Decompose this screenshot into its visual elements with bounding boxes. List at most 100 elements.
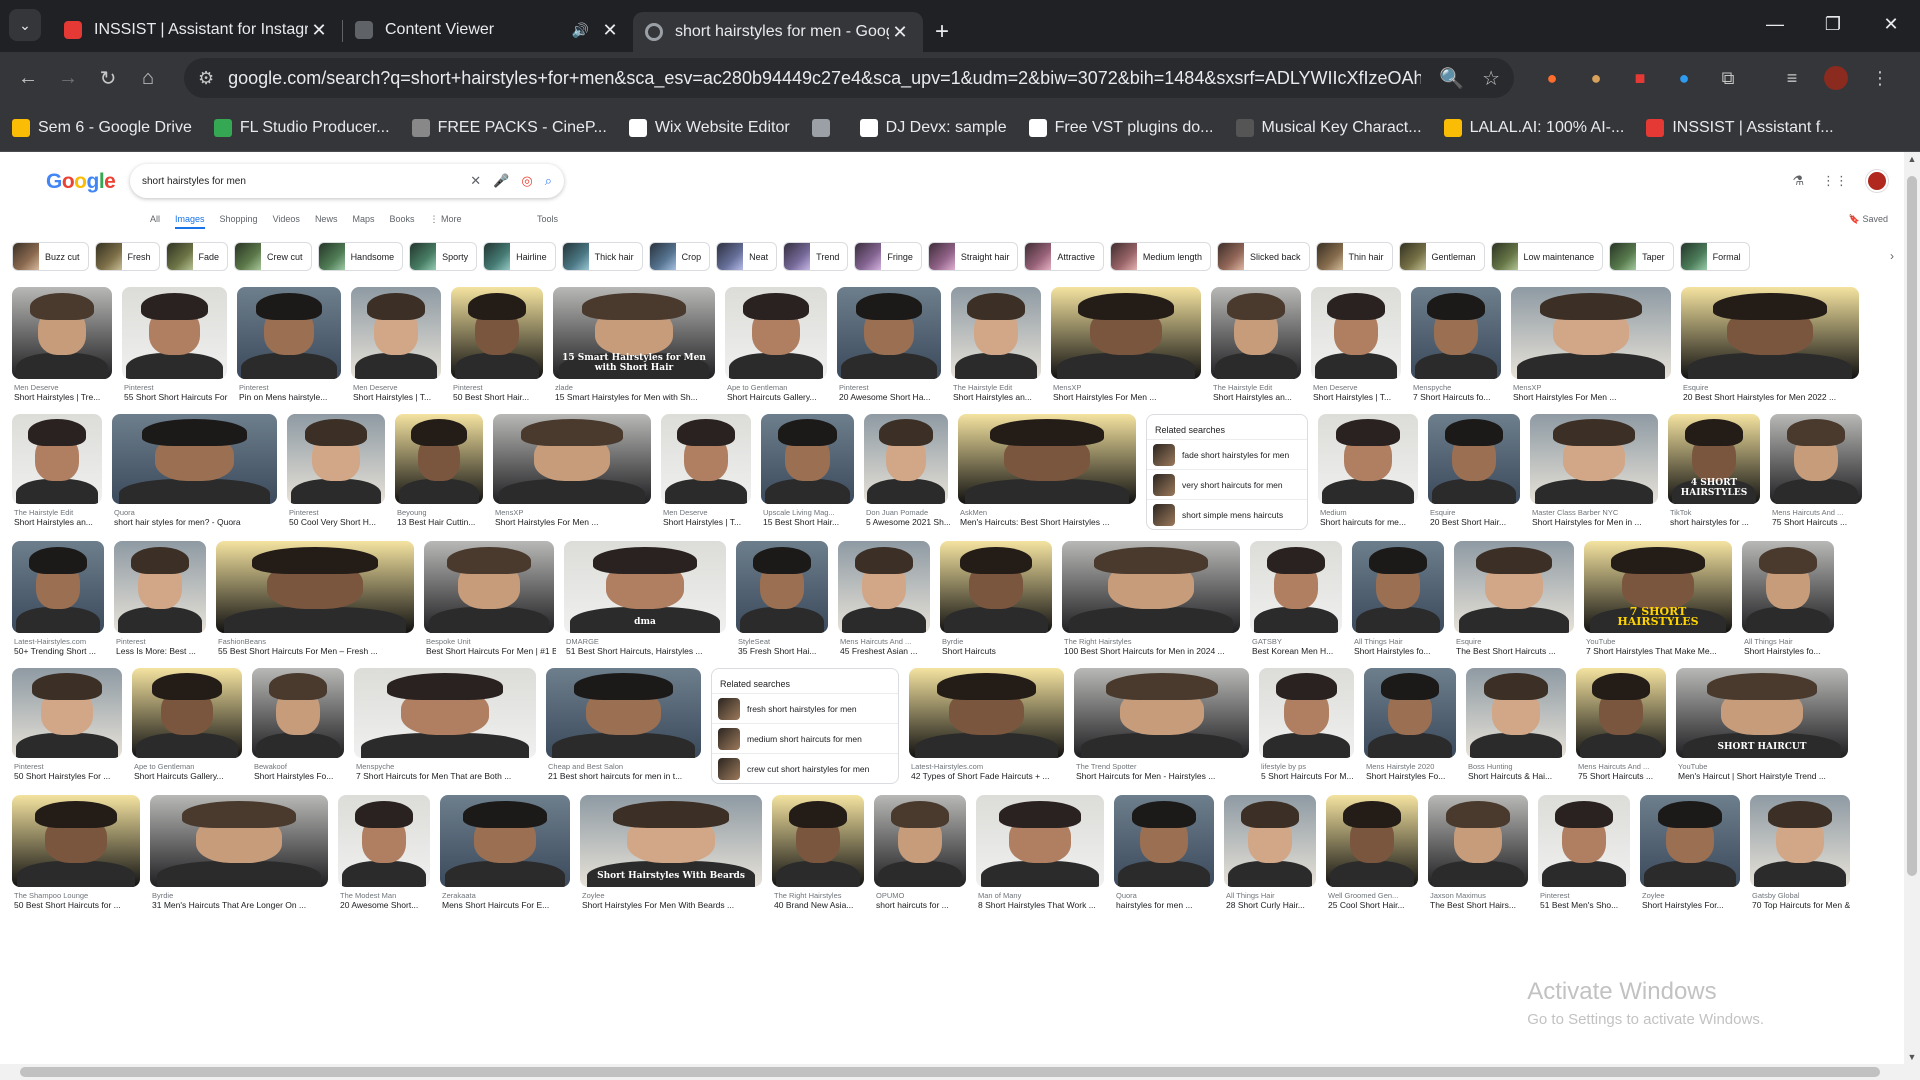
- result-title[interactable]: 7 Short Hairstyles That Make Me...: [1586, 646, 1734, 656]
- result-title[interactable]: 50 Best Short Hair...: [453, 392, 545, 402]
- result-thumbnail[interactable]: [1576, 668, 1666, 758]
- reload-button[interactable]: ↻: [90, 60, 126, 96]
- image-result[interactable]: Quora short hair styles for men? - Quora: [112, 414, 277, 534]
- result-thumbnail[interactable]: [1530, 414, 1658, 504]
- image-result[interactable]: Mens Hairstyle 2020 Short Hairstyles Fo..…: [1364, 668, 1456, 788]
- result-thumbnail[interactable]: [1640, 795, 1740, 887]
- image-result[interactable]: Quora hairstyles for men ...: [1114, 795, 1214, 917]
- result-title[interactable]: 100 Best Short Haircuts for Men in 2024 …: [1064, 646, 1242, 656]
- result-thumbnail[interactable]: [1511, 287, 1671, 379]
- bookmark-item[interactable]: DJ Devx: sample: [859, 118, 1007, 137]
- result-thumbnail[interactable]: [1454, 541, 1574, 633]
- result-thumbnail[interactable]: 15 Smart Hairstyles for Men with Short H…: [553, 287, 715, 379]
- result-title[interactable]: 45 Freshest Asian ...: [840, 646, 932, 656]
- image-result[interactable]: The Hairstyle Edit Short Hairstyles an...: [1211, 287, 1301, 409]
- result-title[interactable]: Short Hairstyles For Men ...: [1513, 392, 1673, 402]
- search-icon[interactable]: ⌕: [545, 173, 552, 189]
- search-tab[interactable]: All: [150, 214, 160, 229]
- image-result[interactable]: Men Deserve Short Hairstyles | T...: [661, 414, 751, 534]
- result-thumbnail[interactable]: [1318, 414, 1418, 504]
- result-title[interactable]: The Best Short Hairs...: [1430, 900, 1530, 910]
- result-thumbnail[interactable]: [958, 414, 1136, 504]
- refinement-chip[interactable]: Sporty: [409, 242, 478, 271]
- image-result[interactable]: Pinterest 20 Awesome Short Ha...: [837, 287, 941, 409]
- browser-tab[interactable]: Content Viewer 🔊 ✕: [343, 10, 633, 50]
- result-thumbnail[interactable]: [114, 541, 206, 633]
- image-result[interactable]: Zerakaata Mens Short Haircuts For E...: [440, 795, 570, 917]
- refinement-chip[interactable]: Buzz cut: [12, 242, 89, 271]
- result-title[interactable]: 7 Short Haircuts fo...: [1413, 392, 1503, 402]
- result-title[interactable]: 50+ Trending Short ...: [14, 646, 106, 656]
- result-title[interactable]: Short Haircuts Gallery...: [727, 392, 829, 402]
- search-tab[interactable]: Maps: [352, 214, 374, 229]
- image-result[interactable]: The Hairstyle Edit Short Hairstyles an...: [951, 287, 1041, 409]
- refinement-chip[interactable]: Fresh: [94, 242, 160, 271]
- result-title[interactable]: 51 Best Short Haircuts, Hairstyles ...: [566, 646, 728, 656]
- result-thumbnail[interactable]: [1311, 287, 1401, 379]
- vertical-scrollbar[interactable]: ▲ ▼: [1904, 152, 1920, 1064]
- search-tab[interactable]: Images: [175, 214, 205, 229]
- search-tab[interactable]: News: [315, 214, 338, 229]
- image-result[interactable]: 7 SHORT HAIRSTYLES YouTube 7 Short Hairsty…: [1584, 541, 1732, 663]
- voice-search-icon[interactable]: 🎤: [493, 173, 509, 189]
- image-result[interactable]: All Things Hair 28 Short Curly Hair...: [1224, 795, 1316, 917]
- refinement-chip[interactable]: Handsome: [317, 242, 404, 271]
- result-title[interactable]: 15 Best Short Hair...: [763, 517, 856, 527]
- new-tab-button[interactable]: +: [935, 12, 949, 52]
- minimize-button[interactable]: —: [1746, 0, 1804, 48]
- result-thumbnail[interactable]: [736, 541, 828, 633]
- bookmark-item[interactable]: Sem 6 - Google Drive: [12, 118, 192, 137]
- result-thumbnail[interactable]: [864, 414, 948, 504]
- result-title[interactable]: 28 Short Curly Hair...: [1226, 900, 1318, 910]
- result-title[interactable]: 20 Best Short Hair...: [1430, 517, 1522, 527]
- image-result[interactable]: GATSBY Best Korean Men H...: [1250, 541, 1342, 663]
- result-thumbnail[interactable]: [252, 668, 344, 758]
- related-search-item[interactable]: short simple mens haircuts: [1147, 499, 1307, 529]
- lens-icon[interactable]: ◎: [521, 173, 532, 189]
- image-result[interactable]: Pinterest 50 Best Short Hair...: [451, 287, 543, 409]
- image-result[interactable]: Bewakoof Short Hairstyles Fo...: [252, 668, 344, 788]
- vpn-extension-icon[interactable]: ●: [1666, 60, 1702, 96]
- home-button[interactable]: ⌂: [130, 60, 166, 96]
- image-result[interactable]: Menspyche 7 Short Haircuts for Men That a…: [354, 668, 536, 788]
- refinement-chip[interactable]: Crew cut: [234, 242, 312, 271]
- google-logo[interactable]: Google: [46, 170, 116, 194]
- refinement-chip[interactable]: Thin hair: [1315, 242, 1393, 271]
- result-thumbnail[interactable]: [150, 795, 328, 887]
- result-title[interactable]: short hairstyles for ...: [1670, 517, 1762, 527]
- result-title[interactable]: 42 Types of Short Fade Haircuts + ...: [911, 771, 1066, 781]
- result-thumbnail[interactable]: [1224, 795, 1316, 887]
- result-title[interactable]: Short Hairstyles Fo...: [1366, 771, 1458, 781]
- related-search-item[interactable]: fade short hairstyles for men: [1147, 439, 1307, 469]
- image-result[interactable]: Pinterest 55 Short Short Haircuts For ...: [122, 287, 229, 409]
- result-thumbnail[interactable]: [1538, 795, 1630, 887]
- result-title[interactable]: Short Hairstyles For Men With Beards ...: [582, 900, 764, 910]
- image-result[interactable]: Mens Haircuts And ... 75 Short Haircuts .…: [1770, 414, 1862, 534]
- result-title[interactable]: 15 Smart Hairstyles for Men with Sh...: [555, 392, 717, 402]
- image-result[interactable]: Boss Hunting Short Haircuts & Hai...: [1466, 668, 1566, 788]
- result-thumbnail[interactable]: dma: [564, 541, 726, 633]
- result-title[interactable]: Short Haircuts for Men - Hairstyles ...: [1076, 771, 1251, 781]
- labs-icon[interactable]: ⚗: [1792, 173, 1804, 189]
- result-thumbnail[interactable]: [661, 414, 751, 504]
- result-title[interactable]: Short Hairstyles an...: [1213, 392, 1303, 402]
- cookie-extension-icon[interactable]: ●: [1578, 60, 1614, 96]
- image-result[interactable]: Zoylee Short Hairstyles For...: [1640, 795, 1740, 917]
- refinement-chip[interactable]: Formal: [1679, 242, 1750, 271]
- image-result[interactable]: Master Class Barber NYC Short Hairstyles …: [1530, 414, 1658, 534]
- result-title[interactable]: 50 Cool Very Short H...: [289, 517, 387, 527]
- result-title[interactable]: Men's Haircuts: Best Short Hairstyles ..…: [960, 517, 1138, 527]
- bookmark-item[interactable]: FL Studio Producer...: [213, 118, 390, 137]
- result-thumbnail[interactable]: [1411, 287, 1501, 379]
- result-title[interactable]: 25 Cool Short Hair...: [1328, 900, 1420, 910]
- image-result[interactable]: dma DMARGE 51 Best Short Haircuts, Hairsty…: [564, 541, 726, 663]
- profile-avatar[interactable]: [1818, 60, 1854, 96]
- refinement-chip[interactable]: Fringe: [854, 242, 922, 271]
- result-thumbnail[interactable]: [12, 414, 102, 504]
- browser-tab[interactable]: short hairstyles for men - Google ✕: [633, 12, 923, 52]
- image-result[interactable]: lifestyle by ps 5 Short Haircuts For M...: [1259, 668, 1354, 788]
- result-title[interactable]: hairstyles for men ...: [1116, 900, 1216, 910]
- bookmark-item[interactable]: Wix Website Editor: [628, 118, 790, 137]
- result-title[interactable]: 21 Best short haircuts for men in t...: [548, 771, 703, 781]
- result-title[interactable]: short hair styles for men? - Quora: [114, 517, 279, 527]
